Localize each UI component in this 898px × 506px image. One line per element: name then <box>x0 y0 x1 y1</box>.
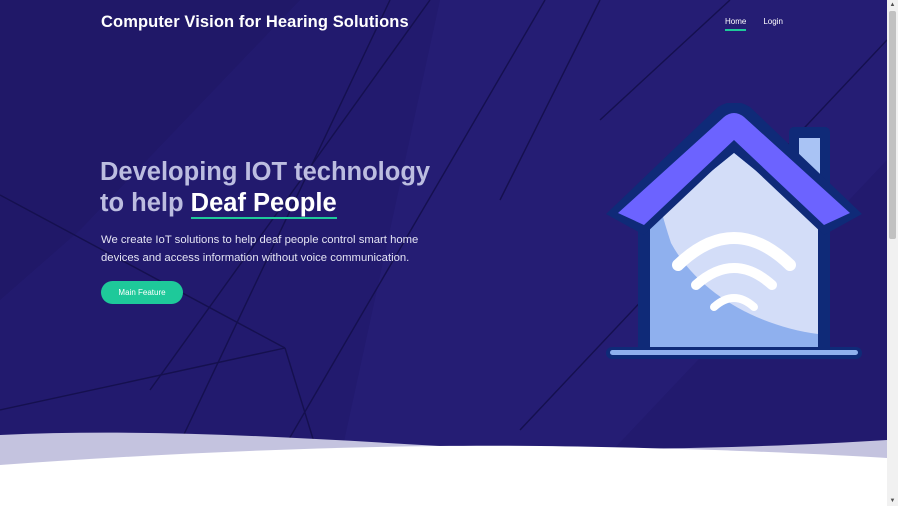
scroll-up-icon[interactable]: ▲ <box>887 0 898 10</box>
main-nav: Home Login <box>725 17 783 31</box>
headline-accent: Deaf People <box>190 189 337 219</box>
headline-line-2-prefix: to help <box>100 189 184 217</box>
headline-line-1: Developing IOT technology <box>100 158 431 186</box>
nav-link-home[interactable]: Home <box>725 17 747 31</box>
brand-title[interactable]: Computer Vision for Hearing Solutions <box>101 13 409 32</box>
page-scrollbar[interactable]: ▲ ▼ <box>887 0 898 506</box>
hero-headline: Developing IOT technology to help Deaf P… <box>100 157 430 219</box>
scroll-thumb[interactable] <box>889 11 896 239</box>
hero-section: Computer Vision for Hearing Solutions Ho… <box>0 0 887 506</box>
hero-bottom-wave <box>0 432 887 506</box>
scroll-down-icon[interactable]: ▼ <box>887 496 898 506</box>
smart-home-wifi-icon <box>606 103 862 359</box>
nav-link-login[interactable]: Login <box>763 17 783 31</box>
main-feature-button[interactable]: Main Feature <box>101 281 183 304</box>
hero-description: We create IoT solutions to help deaf peo… <box>101 234 419 264</box>
